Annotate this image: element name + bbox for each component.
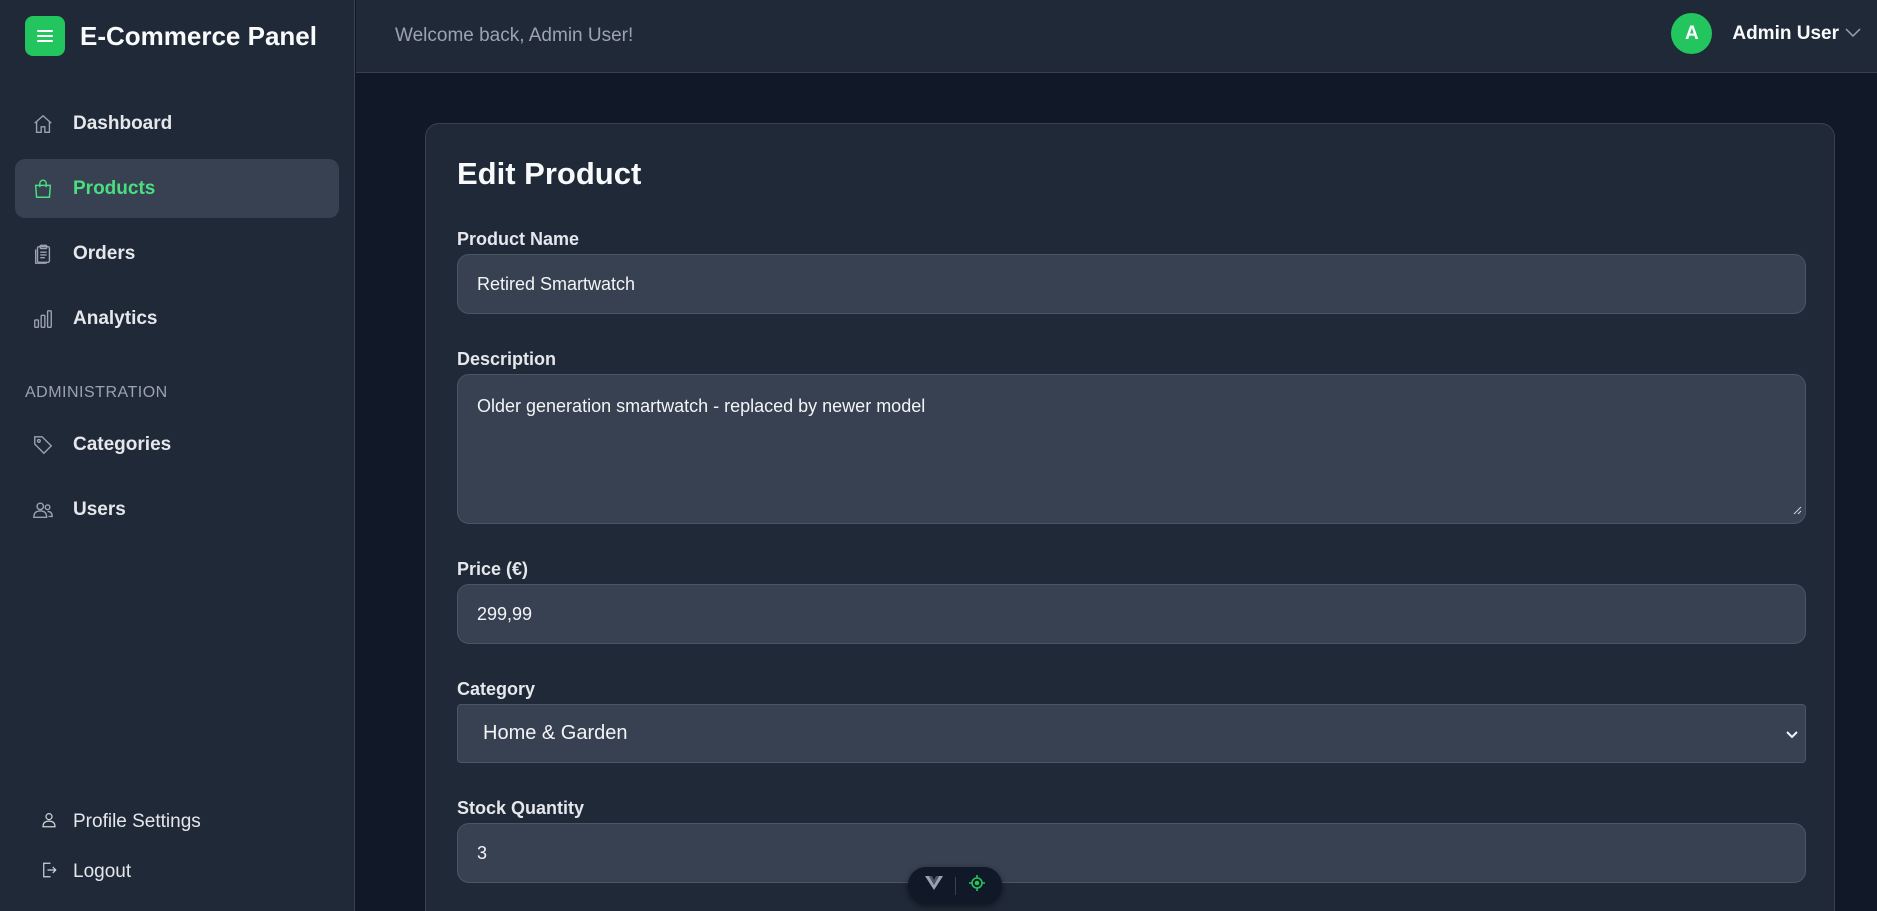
page-title: Edit Product (457, 156, 642, 191)
sidebar-item-dashboard[interactable]: Dashboard (15, 94, 339, 153)
logout-link[interactable]: Logout (0, 847, 354, 897)
user-menu[interactable]: A Admin User (1671, 13, 1861, 54)
description-label: Description (457, 349, 557, 369)
section-label-administration: ADMINISTRATION (25, 384, 168, 401)
user-name: Admin User (1732, 22, 1839, 44)
chevron-down-icon (1785, 725, 1799, 748)
sidebar-item-orders[interactable]: Orders (15, 224, 339, 283)
product-name-input[interactable] (457, 254, 1806, 314)
sidebar-item-label: Users (73, 498, 126, 520)
product-name-label: Product Name (457, 229, 580, 249)
chevron-down-icon (1845, 25, 1861, 43)
home-icon (32, 113, 54, 135)
category-select[interactable]: Home & Garden (457, 704, 1806, 763)
profile-settings-label: Profile Settings (73, 811, 201, 832)
price-input[interactable] (457, 584, 1806, 644)
description-wrapper: Older generation smartwatch - replaced b… (457, 374, 1806, 524)
profile-settings-link[interactable]: Profile Settings (0, 797, 354, 847)
tag-icon (32, 434, 54, 456)
logout-label: Logout (73, 861, 132, 882)
welcome-message: Welcome back, Admin User! (395, 25, 634, 46)
sidebar-item-label: Orders (73, 242, 136, 264)
target-icon[interactable] (968, 874, 986, 897)
category-label: Category (457, 679, 536, 699)
sidebar-item-analytics[interactable]: Analytics (15, 289, 339, 348)
sidebar-bottom: Profile Settings Logout (0, 797, 354, 897)
stock-quantity-input[interactable] (457, 823, 1806, 883)
toolbar-separator (955, 876, 957, 895)
avatar: A (1671, 13, 1713, 54)
price-label: Price (€) (457, 559, 529, 579)
bar-chart-icon (32, 308, 54, 330)
sidebar-item-label: Categories (73, 433, 172, 455)
sidebar-item-label: Dashboard (73, 112, 173, 134)
vue-logo-icon[interactable] (924, 875, 944, 896)
brand: E-Commerce Panel (0, 0, 354, 72)
description-textarea[interactable]: Older generation smartwatch - replaced b… (457, 374, 1806, 524)
app-title: E-Commerce Panel (80, 20, 317, 51)
edit-product-card: Edit Product Product Name Description Ol… (425, 123, 1835, 911)
shopping-bag-icon (32, 178, 54, 200)
sidebar-item-users[interactable]: Users (15, 480, 339, 539)
floating-toolbar (908, 867, 1002, 904)
sidebar-item-label: Products (73, 177, 156, 199)
top-header: Welcome back, Admin User! A Admin User (356, 0, 1877, 73)
hamburger-menu-icon[interactable] (25, 16, 65, 56)
sidebar: E-Commerce Panel Dashboard Products Orde… (0, 0, 355, 911)
sidebar-item-label: Analytics (73, 307, 158, 329)
logout-icon (40, 860, 58, 885)
users-icon (32, 499, 54, 521)
stock-quantity-label: Stock Quantity (457, 798, 585, 818)
clipboard-icon (32, 243, 54, 265)
resize-grip-icon[interactable] (1792, 502, 1802, 520)
main-nav: Dashboard Products Orders Analytics ADMI… (0, 94, 354, 539)
category-selected-value: Home & Garden (483, 722, 628, 744)
user-icon (40, 810, 58, 835)
sidebar-item-products[interactable]: Products (15, 159, 339, 218)
sidebar-item-categories[interactable]: Categories (15, 415, 339, 474)
